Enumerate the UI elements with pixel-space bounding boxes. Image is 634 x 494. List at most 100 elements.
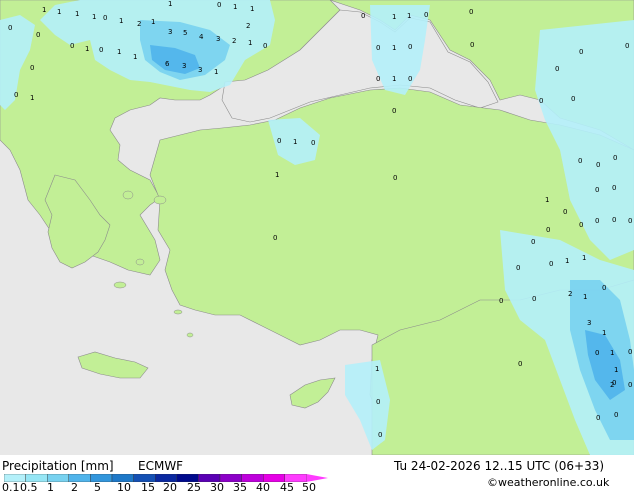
grid-value: 0 (612, 184, 616, 192)
grid-value: 1 (119, 17, 123, 25)
grid-value: 3 (168, 28, 172, 36)
legend-tick-label: 10 (117, 481, 131, 494)
legend-tick-label: 5 (94, 481, 101, 494)
grid-value: 0 (596, 414, 600, 422)
grid-value: 0 (378, 431, 382, 439)
island (113, 281, 127, 289)
grid-value: 0 (579, 221, 583, 229)
grid-value: 0 (408, 75, 412, 83)
grid-value: 2 (568, 290, 572, 298)
grid-value: 1 (275, 171, 279, 179)
grid-value: 0 (595, 349, 599, 357)
grid-value: 1 (92, 13, 96, 21)
credit-text: ©weatheronline.co.uk (487, 476, 610, 489)
grid-value: 0 (8, 24, 12, 32)
grid-value: 1 (42, 6, 46, 14)
grid-value: 1 (133, 53, 137, 61)
grid-value: 1 (614, 366, 618, 374)
grid-value: 1 (392, 44, 396, 52)
grid-value: 3 (182, 62, 186, 70)
map-canvas: 1 1 1 1 0 1 2 11 0 1 1200 3 5 4 3 2 1 00 1 0 116 3 3 100 10 1 1 0 00… (0, 0, 634, 455)
grid-value: 0 (628, 217, 632, 225)
grid-value: 0 (393, 174, 397, 182)
grid-value: 0 (539, 97, 543, 105)
grid-value: 2 (246, 22, 250, 30)
grid-value: 0 (470, 41, 474, 49)
grid-value: 1 (117, 48, 121, 56)
model-name: ECMWF (138, 459, 184, 473)
grid-value: 0 (36, 31, 40, 39)
grid-value: 0 (571, 95, 575, 103)
grid-value: 0 (263, 42, 267, 50)
grid-value: 0 (361, 12, 365, 20)
grid-value: 2 (232, 37, 236, 45)
grid-value: 1 (583, 293, 587, 301)
legend-tick-label: 35 (233, 481, 247, 494)
grid-value: 0 (628, 381, 632, 389)
grid-value: 0 (628, 348, 632, 356)
grid-value: 1 (214, 68, 218, 76)
grid-value: 1 (248, 39, 252, 47)
grid-value: 0 (376, 398, 380, 406)
grid-value: 0 (30, 64, 34, 72)
grid-value: 0 (516, 264, 520, 272)
grid-value: 1 (30, 94, 34, 102)
legend-tick-label: 2 (71, 481, 78, 494)
grid-value: 0 (376, 75, 380, 83)
grid-value: 0 (217, 1, 221, 9)
precipitation-map: 1111012110112003543210010116331001011000… (0, 0, 634, 455)
grid-value: 0 (70, 42, 74, 50)
grid-value: 4 (199, 33, 204, 41)
grid-value: 0 (531, 238, 535, 246)
grid-value: 1 (75, 10, 79, 18)
grid-value: 1 (233, 3, 237, 11)
grid-value: 0 (469, 8, 473, 16)
grid-value: 2 (610, 381, 614, 389)
grid-value: 0 (578, 157, 582, 165)
grid-value: 1 (85, 45, 89, 53)
grid-value: 0 (277, 137, 281, 145)
legend-tick-label: 20 (163, 481, 177, 494)
legend-tick-label: 30 (210, 481, 224, 494)
grid-value: 6 (165, 60, 170, 68)
legend-tick-label: 45 (280, 481, 294, 494)
legend-title: Precipitation [mm] (2, 459, 114, 473)
grid-value: 2 (137, 20, 141, 28)
grid-value: 1 (582, 254, 586, 262)
grid-value: 3 (216, 35, 220, 43)
legend-tick-label: 1 (47, 481, 54, 494)
grid-value: 0 (14, 91, 18, 99)
grid-value: 0 (614, 411, 618, 419)
grid-value: 0 (613, 154, 617, 162)
grid-value: 0 (563, 208, 567, 216)
legend-tick-label: 25 (187, 481, 201, 494)
grid-value: 0 (99, 46, 103, 54)
grid-value: 0 (424, 11, 428, 19)
valid-time: Tu 24-02-2026 12..15 UTC (06+33) (394, 459, 605, 473)
grid-value: 0 (555, 65, 559, 73)
grid-value: 0 (518, 360, 522, 368)
legend-tick-label: 0.1 (2, 481, 20, 494)
grid-value: 1 (407, 12, 411, 20)
grid-value: 1 (375, 365, 379, 373)
grid-value: 1 (602, 329, 606, 337)
grid-value: 0 (546, 226, 550, 234)
grid-value: 1 (565, 257, 569, 265)
grid-value: 3 (587, 319, 591, 327)
grid-value: 1 (392, 13, 396, 21)
island (186, 332, 194, 338)
grid-value: 0 (596, 161, 600, 169)
island (153, 195, 167, 205)
grid-value: 3 (198, 66, 202, 74)
grid-value: 0 (103, 14, 107, 22)
legend-tick-label: 50 (302, 481, 316, 494)
grid-value: 0 (595, 186, 599, 194)
legend-tick-label: 40 (256, 481, 270, 494)
grid-value: 1 (57, 8, 61, 16)
island (173, 309, 183, 315)
grid-value: 0 (408, 43, 412, 51)
grid-value: 0 (532, 295, 536, 303)
grid-value: 0 (602, 284, 606, 292)
grid-value: 1 (151, 18, 155, 26)
grid-value: 1 (250, 5, 254, 13)
